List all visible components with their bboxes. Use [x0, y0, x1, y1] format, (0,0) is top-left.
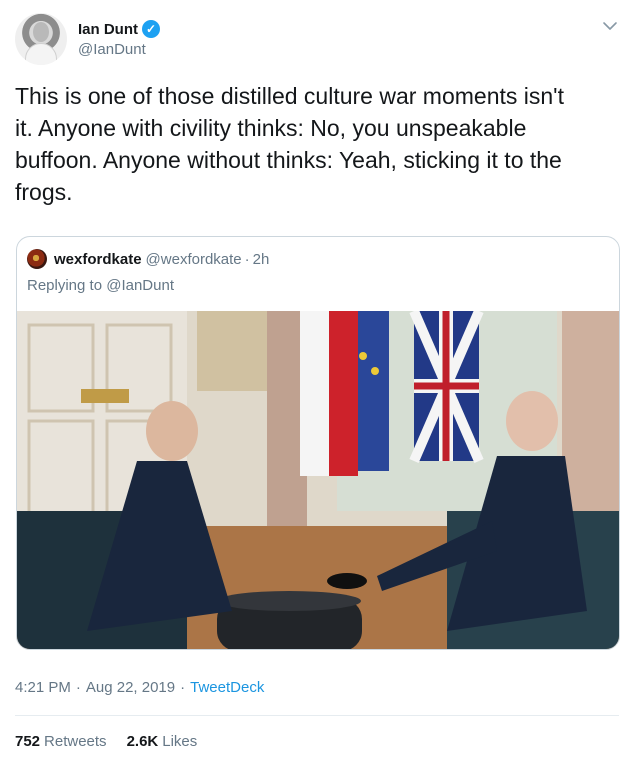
photo-overlay	[17, 311, 619, 649]
retweets-count: 752	[15, 733, 41, 750]
replying-to-label: Replying to	[27, 277, 103, 294]
retweets-label: Retweets	[44, 733, 107, 750]
avatar-head	[33, 22, 49, 42]
avatar-body	[25, 43, 57, 65]
chevron-down-icon[interactable]	[602, 18, 618, 34]
tweet-text: This is one of those distilled culture w…	[15, 83, 564, 205]
display-name[interactable]: Ian Dunt	[78, 21, 138, 38]
divider	[15, 715, 619, 716]
quoted-tweet-header: wexfordkate @wexfordkate · 2h	[27, 249, 269, 269]
quoted-timestamp: 2h	[252, 250, 270, 268]
quoted-tweet-card[interactable]: wexfordkate @wexfordkate · 2h Replying t…	[16, 236, 620, 650]
replying-to-mention[interactable]: @IanDunt	[106, 277, 174, 294]
quoted-avatar	[27, 249, 47, 269]
tweet-stats: 752 Retweets 2.6K Likes	[15, 733, 217, 750]
tweet-header: Ian Dunt ✓ @IanDunt	[0, 0, 634, 70]
display-name-row: Ian Dunt ✓	[78, 18, 160, 40]
meta-separator: ·	[75, 679, 81, 696]
replying-to: Replying to @IanDunt	[27, 277, 174, 294]
tweet-time[interactable]: 4:21 PM	[15, 679, 71, 696]
avatar[interactable]	[15, 13, 67, 65]
tweet-source-link[interactable]: TweetDeck	[190, 679, 264, 696]
likes-stat[interactable]: 2.6K Likes	[127, 733, 198, 750]
likes-count: 2.6K	[126, 733, 159, 750]
quoted-display-name: wexfordkate	[54, 250, 142, 268]
quoted-photo[interactable]	[17, 311, 620, 650]
author-block[interactable]: Ian Dunt ✓ @IanDunt	[78, 18, 160, 58]
handle[interactable]: @IanDunt	[78, 41, 160, 58]
quoted-separator: ·	[244, 250, 250, 268]
verified-icon: ✓	[142, 20, 160, 38]
likes-label: Likes	[162, 733, 198, 750]
meta-separator: ·	[180, 679, 186, 696]
tweet-meta: 4:21 PM · Aug 22, 2019 · TweetDeck	[15, 679, 264, 696]
quoted-handle: @wexfordkate	[145, 250, 242, 268]
tweet-date[interactable]: Aug 22, 2019	[86, 679, 175, 696]
retweets-stat[interactable]: 752 Retweets	[15, 733, 107, 750]
